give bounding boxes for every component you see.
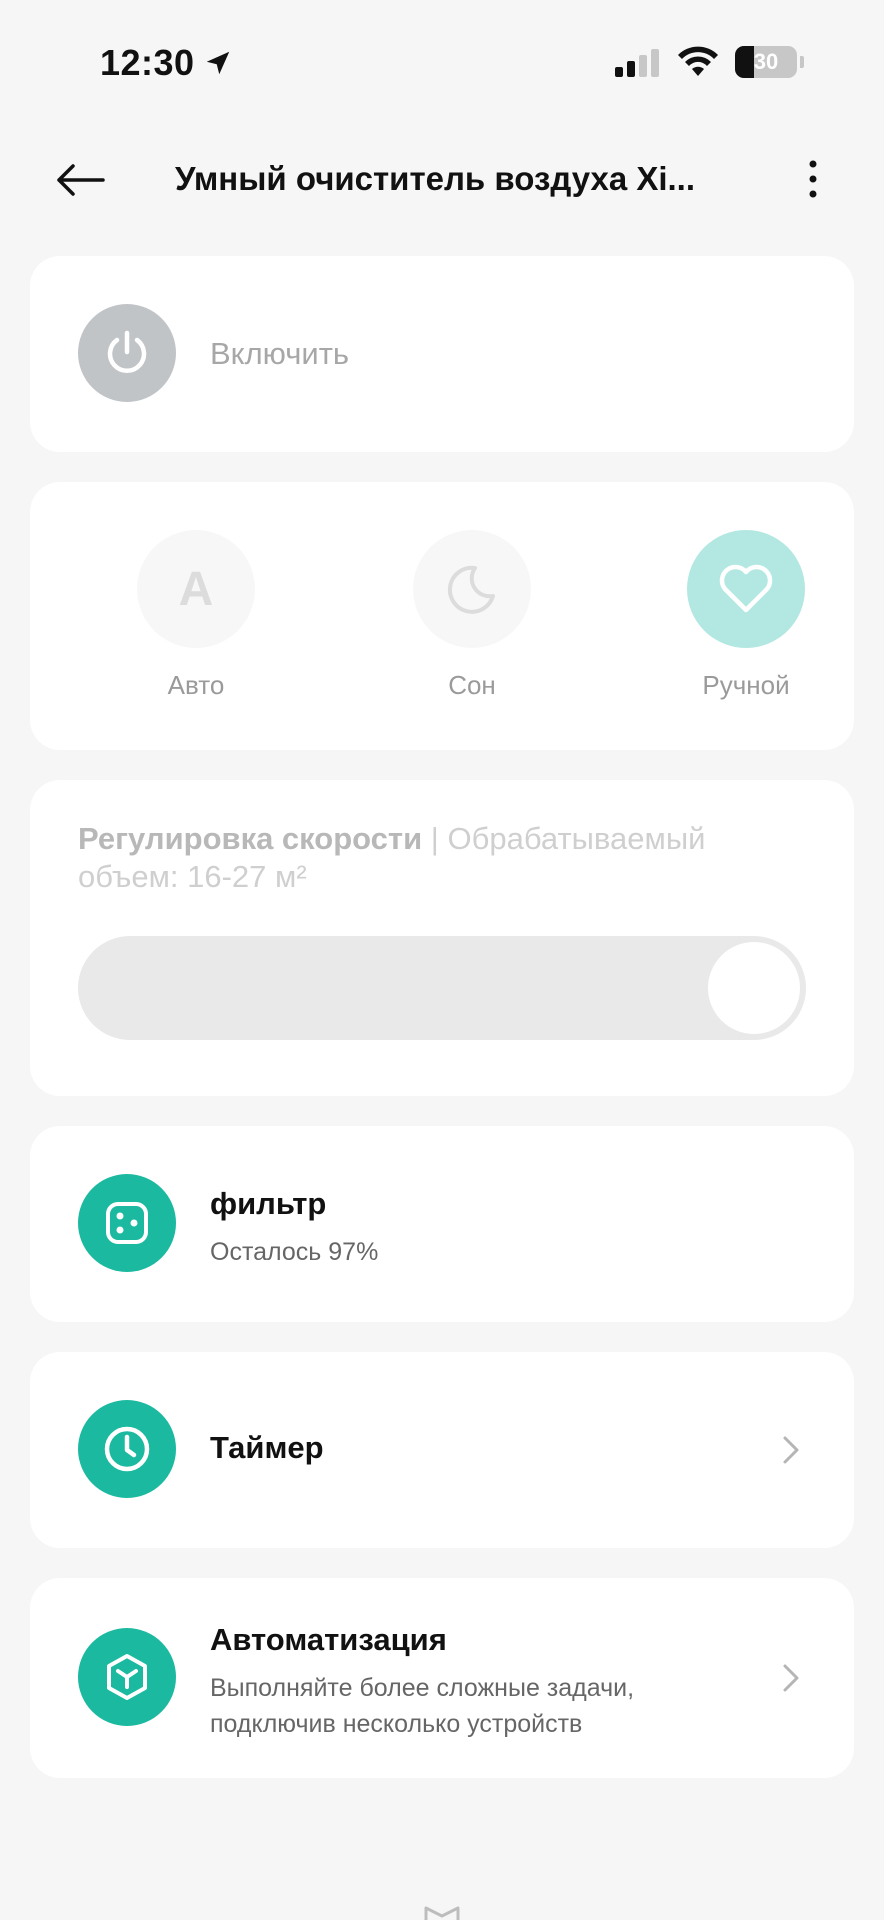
chevron-right-icon <box>783 1664 799 1692</box>
power-label: Включить <box>210 336 350 371</box>
timer-title: Таймер <box>210 1430 324 1465</box>
mode-manual-label: Ручной <box>702 670 790 700</box>
filter-title: фильтр <box>210 1186 327 1221</box>
automation-chevron <box>776 1663 806 1693</box>
battery-tip <box>800 56 804 68</box>
filter-icon-circle <box>78 1174 176 1272</box>
power-icon <box>107 330 147 373</box>
filter-card[interactable]: фильтр Осталось 97% <box>30 1126 854 1322</box>
automation-subtitle-line2: подключив несколько устройств <box>210 1710 583 1738</box>
location-arrow-icon <box>206 51 229 75</box>
mode-sleep-circle <box>413 530 531 648</box>
status-icons: 30 <box>615 46 804 78</box>
speed-separator: | <box>430 821 439 856</box>
timer-icon-circle <box>78 1400 176 1498</box>
back-button[interactable] <box>52 158 108 202</box>
speed-heading: Регулировка скорости | Обрабатываемый об… <box>78 820 798 896</box>
mode-manual[interactable]: Ручной <box>656 530 836 710</box>
more-vertical-icon <box>809 160 817 198</box>
arrow-left-icon <box>57 164 105 196</box>
more-options-button[interactable] <box>790 156 836 202</box>
mode-sleep-label: Сон <box>448 670 496 700</box>
brand-logo-icon <box>424 1906 460 1920</box>
battery-icon: 30 <box>735 46 797 78</box>
clock-icon <box>104 1426 150 1472</box>
automation-title: Автоматизация <box>210 1622 447 1657</box>
filter-icon <box>106 1202 148 1244</box>
power-card: Включить <box>30 256 854 452</box>
mode-manual-circle <box>687 530 805 648</box>
automation-icon-circle <box>78 1628 176 1726</box>
automation-cube-icon <box>107 1654 147 1700</box>
heart-icon <box>719 564 773 613</box>
auto-a-icon: A <box>178 562 214 616</box>
speed-slider-thumb[interactable] <box>708 942 800 1034</box>
wifi-icon <box>678 46 718 76</box>
timer-card[interactable]: Таймер <box>30 1352 854 1548</box>
speed-title: Регулировка скорости <box>78 821 423 856</box>
power-button[interactable] <box>78 304 176 402</box>
header: Умный очиститель воздуха Xi... <box>0 140 884 220</box>
mode-auto-circle: A <box>137 530 255 648</box>
moon-icon <box>447 565 495 614</box>
modes-card: A Авто Сон Ручной <box>30 482 854 750</box>
status-bar: 12:30 30 <box>0 0 884 110</box>
automation-subtitle-line1: Выполняйте более сложные задачи, <box>210 1674 635 1702</box>
mode-auto[interactable]: A Авто <box>106 530 286 710</box>
chevron-right-icon <box>783 1436 799 1464</box>
filter-subtitle: Осталось 97% <box>210 1238 379 1266</box>
cellular-signal-icon <box>615 49 659 77</box>
battery-percent: 30 <box>753 49 779 74</box>
timer-chevron <box>776 1435 806 1465</box>
status-time: 12:30 <box>100 42 233 84</box>
mode-auto-label: Авто <box>167 670 225 700</box>
page-title: Умный очиститель воздуха Xi... <box>175 160 696 197</box>
status-time-text: 12:30 <box>100 42 195 83</box>
mode-sleep[interactable]: Сон <box>382 530 562 710</box>
speed-slider[interactable] <box>78 936 806 1040</box>
speed-card: Регулировка скорости | Обрабатываемый об… <box>30 780 854 1096</box>
automation-card[interactable]: Автоматизация Выполняйте более сложные з… <box>30 1578 854 1778</box>
